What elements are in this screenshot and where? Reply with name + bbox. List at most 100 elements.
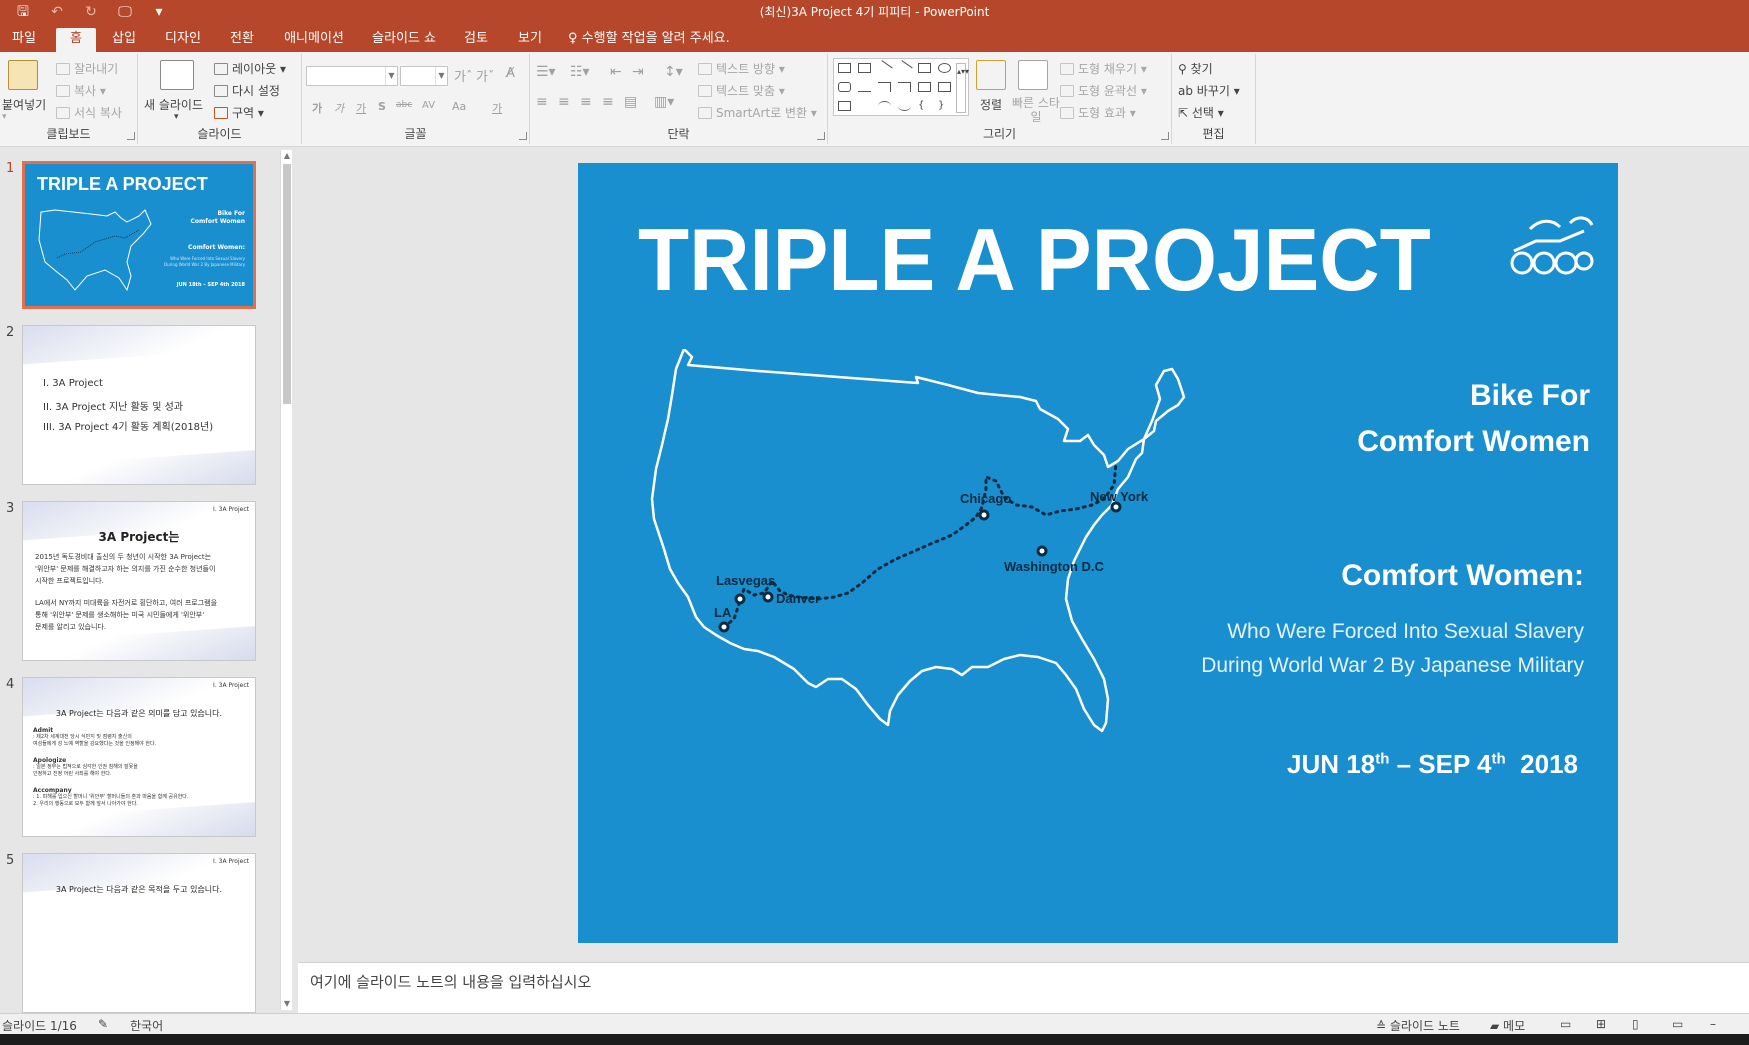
slide-thumbnail-5[interactable]: I. 3A Project 3A Project는 다음과 같은 목적을 두고 …: [22, 853, 256, 1013]
shape-fill-button[interactable]: 도형 채우기 ▾: [1060, 60, 1147, 77]
line-shape-icon[interactable]: [876, 60, 893, 76]
tab-insert[interactable]: 삽입: [104, 28, 144, 52]
new-slide-dropdown-icon[interactable]: ▾: [174, 112, 179, 122]
arc-shape-icon[interactable]: [878, 101, 891, 111]
font-size-combo[interactable]: ▼: [400, 66, 448, 86]
normal-view-icon[interactable]: ▭: [1560, 1017, 1571, 1031]
paste-dropdown-icon[interactable]: ▾: [2, 112, 7, 122]
smartart-button[interactable]: SmartArt로 변환 ▾: [698, 104, 817, 121]
quick-styles-button[interactable]: 빠른 스타일: [1012, 96, 1060, 124]
elbow-arrow-icon[interactable]: [898, 82, 911, 92]
paste-button[interactable]: 붙여넣기: [2, 96, 46, 113]
increase-indent-icon[interactable]: ⇥: [632, 64, 644, 80]
find-button[interactable]: ⚲ 찾기: [1178, 60, 1213, 77]
distribute-icon[interactable]: ▤: [624, 94, 637, 110]
cut-button[interactable]: 잘라내기: [56, 60, 118, 77]
scrollbar-thumb[interactable]: [283, 164, 291, 404]
tab-design[interactable]: 디자인: [160, 28, 206, 52]
shadow-button[interactable]: S: [378, 100, 386, 113]
clipboard-launcher-icon[interactable]: [127, 132, 135, 140]
tab-animations[interactable]: 애니메이션: [276, 28, 352, 52]
decrease-indent-icon[interactable]: ⇤: [610, 64, 622, 80]
reading-view-icon[interactable]: ▯: [1632, 1017, 1639, 1031]
slide-date[interactable]: JUN 18th – SEP 4th 2018: [1287, 749, 1578, 780]
shrink-font-icon[interactable]: 가ˇ: [476, 66, 494, 85]
tab-review[interactable]: 검토: [456, 28, 496, 52]
scroll-down-icon[interactable]: ▼: [281, 998, 293, 1010]
replace-button[interactable]: ab 바꾸기 ▾: [1178, 82, 1240, 99]
slide-thumbnail-1[interactable]: TRIPLE A PROJECT Bike For Comfort Women …: [22, 161, 256, 309]
section-button[interactable]: 구역 ▾: [214, 104, 264, 121]
drawing-launcher-icon[interactable]: [1161, 132, 1169, 140]
numbering-icon[interactable]: ☷▾: [570, 64, 590, 80]
shape-outline-button[interactable]: 도형 윤곽선 ▾: [1060, 82, 1147, 99]
freeform-shape-icon[interactable]: [838, 101, 851, 111]
align-left-icon[interactable]: ≡: [536, 94, 548, 110]
char-spacing-button[interactable]: AV: [422, 100, 435, 111]
textbox-shape-icon[interactable]: [838, 63, 851, 73]
justify-icon[interactable]: ≡: [602, 94, 614, 110]
tell-me-box[interactable]: ♀ 수행할 작업을 알려 주세요.: [568, 28, 730, 52]
current-slide[interactable]: TRIPLE A PROJECT LA Lasvegas Danver Chic…: [578, 163, 1618, 943]
clear-format-icon[interactable]: A̸: [506, 66, 515, 81]
tab-view[interactable]: 보기: [510, 28, 550, 52]
slide-bike-heading[interactable]: Bike For Comfort Women: [1357, 373, 1590, 465]
tab-transitions[interactable]: 전환: [222, 28, 262, 52]
left-brace-icon[interactable]: {: [918, 101, 931, 111]
triangle-shape-icon[interactable]: [858, 82, 871, 92]
curve-shape-icon[interactable]: [898, 101, 911, 111]
font-launcher-icon[interactable]: [519, 132, 527, 140]
notes-pane[interactable]: 여기에 슬라이드 노트의 내용을 입력하십시오: [298, 962, 1749, 1013]
change-case-button[interactable]: Aa: [452, 100, 466, 113]
vertical-textbox-shape-icon[interactable]: [858, 63, 871, 73]
bold-button[interactable]: 가: [312, 100, 322, 116]
shapes-gallery[interactable]: { } ▴▾▾: [833, 58, 969, 116]
elbow-connector-icon[interactable]: [878, 82, 891, 92]
arrange-button[interactable]: 정렬: [980, 96, 1002, 113]
align-text-button[interactable]: 텍스트 맞춤 ▾: [698, 82, 785, 99]
right-arrow-shape-icon[interactable]: [918, 82, 931, 92]
thumbnails-scrollbar[interactable]: ▲ ▼: [280, 150, 292, 1010]
italic-button[interactable]: 가: [334, 100, 344, 116]
line-spacing-icon[interactable]: ↕▾: [664, 64, 683, 80]
tab-home[interactable]: 홈: [56, 28, 96, 52]
tab-file[interactable]: 파일: [4, 28, 44, 52]
strikethrough-button[interactable]: abc: [396, 100, 412, 110]
font-color-button[interactable]: 가: [492, 100, 502, 116]
bullets-icon[interactable]: ☰▾: [536, 64, 556, 80]
slide-sorter-icon[interactable]: ⊞: [1596, 1017, 1606, 1031]
scribble-shape-icon[interactable]: [858, 101, 871, 111]
shapes-more-icon[interactable]: ▴▾▾: [956, 63, 969, 113]
slide-thumbnail-3[interactable]: I. 3A Project 3A Project는 2015년 독도경비대 출신…: [22, 501, 256, 661]
slideshow-view-icon[interactable]: ▭: [1672, 1017, 1683, 1031]
paragraph-launcher-icon[interactable]: [817, 132, 825, 140]
spellcheck-icon[interactable]: ✎: [98, 1017, 108, 1031]
columns-icon[interactable]: ▥▾: [654, 94, 674, 110]
grow-font-icon[interactable]: 가ˆ: [454, 66, 472, 85]
oval-shape-icon[interactable]: [938, 63, 951, 73]
slide-cw-heading[interactable]: Comfort Women:: [1341, 559, 1584, 593]
down-arrow-shape-icon[interactable]: [938, 82, 951, 92]
slide-subtitle[interactable]: Who Were Forced Into Sexual Slavery Duri…: [1201, 615, 1584, 683]
arrow-shape-icon[interactable]: [896, 60, 913, 76]
shape-effects-button[interactable]: 도형 효과 ▾: [1060, 104, 1136, 121]
text-direction-button[interactable]: 텍스트 방향 ▾: [698, 60, 785, 77]
right-brace-icon[interactable]: }: [938, 101, 951, 111]
zoom-out-icon[interactable]: –: [1710, 1017, 1716, 1031]
align-center-icon[interactable]: ≡: [558, 94, 570, 110]
underline-button[interactable]: 가: [356, 100, 366, 116]
slide-thumbnail-4[interactable]: I. 3A Project 3A Project는 다음과 같은 의미를 담고 …: [22, 677, 256, 837]
tab-slideshow[interactable]: 슬라이드 쇼: [366, 28, 442, 52]
select-button[interactable]: ⇱ 선택 ▾: [1178, 104, 1224, 121]
notes-toggle-button[interactable]: ≙ 슬라이드 노트: [1376, 1017, 1460, 1034]
copy-button[interactable]: 복사 ▾: [56, 82, 106, 99]
layout-button[interactable]: 레이아웃 ▾: [214, 60, 286, 77]
align-right-icon[interactable]: ≡: [580, 94, 592, 110]
rounded-rect-shape-icon[interactable]: [838, 82, 851, 92]
comments-toggle-button[interactable]: ▰ 메모: [1490, 1017, 1525, 1034]
format-painter-button[interactable]: 서식 복사: [56, 104, 122, 121]
rectangle-shape-icon[interactable]: [918, 63, 931, 73]
scroll-up-icon[interactable]: ▲: [281, 150, 293, 162]
slide-title[interactable]: TRIPLE A PROJECT: [638, 209, 1431, 311]
slide-thumbnail-2[interactable]: I. 3A Project II. 3A Project 지난 활동 및 성과 …: [22, 325, 256, 485]
